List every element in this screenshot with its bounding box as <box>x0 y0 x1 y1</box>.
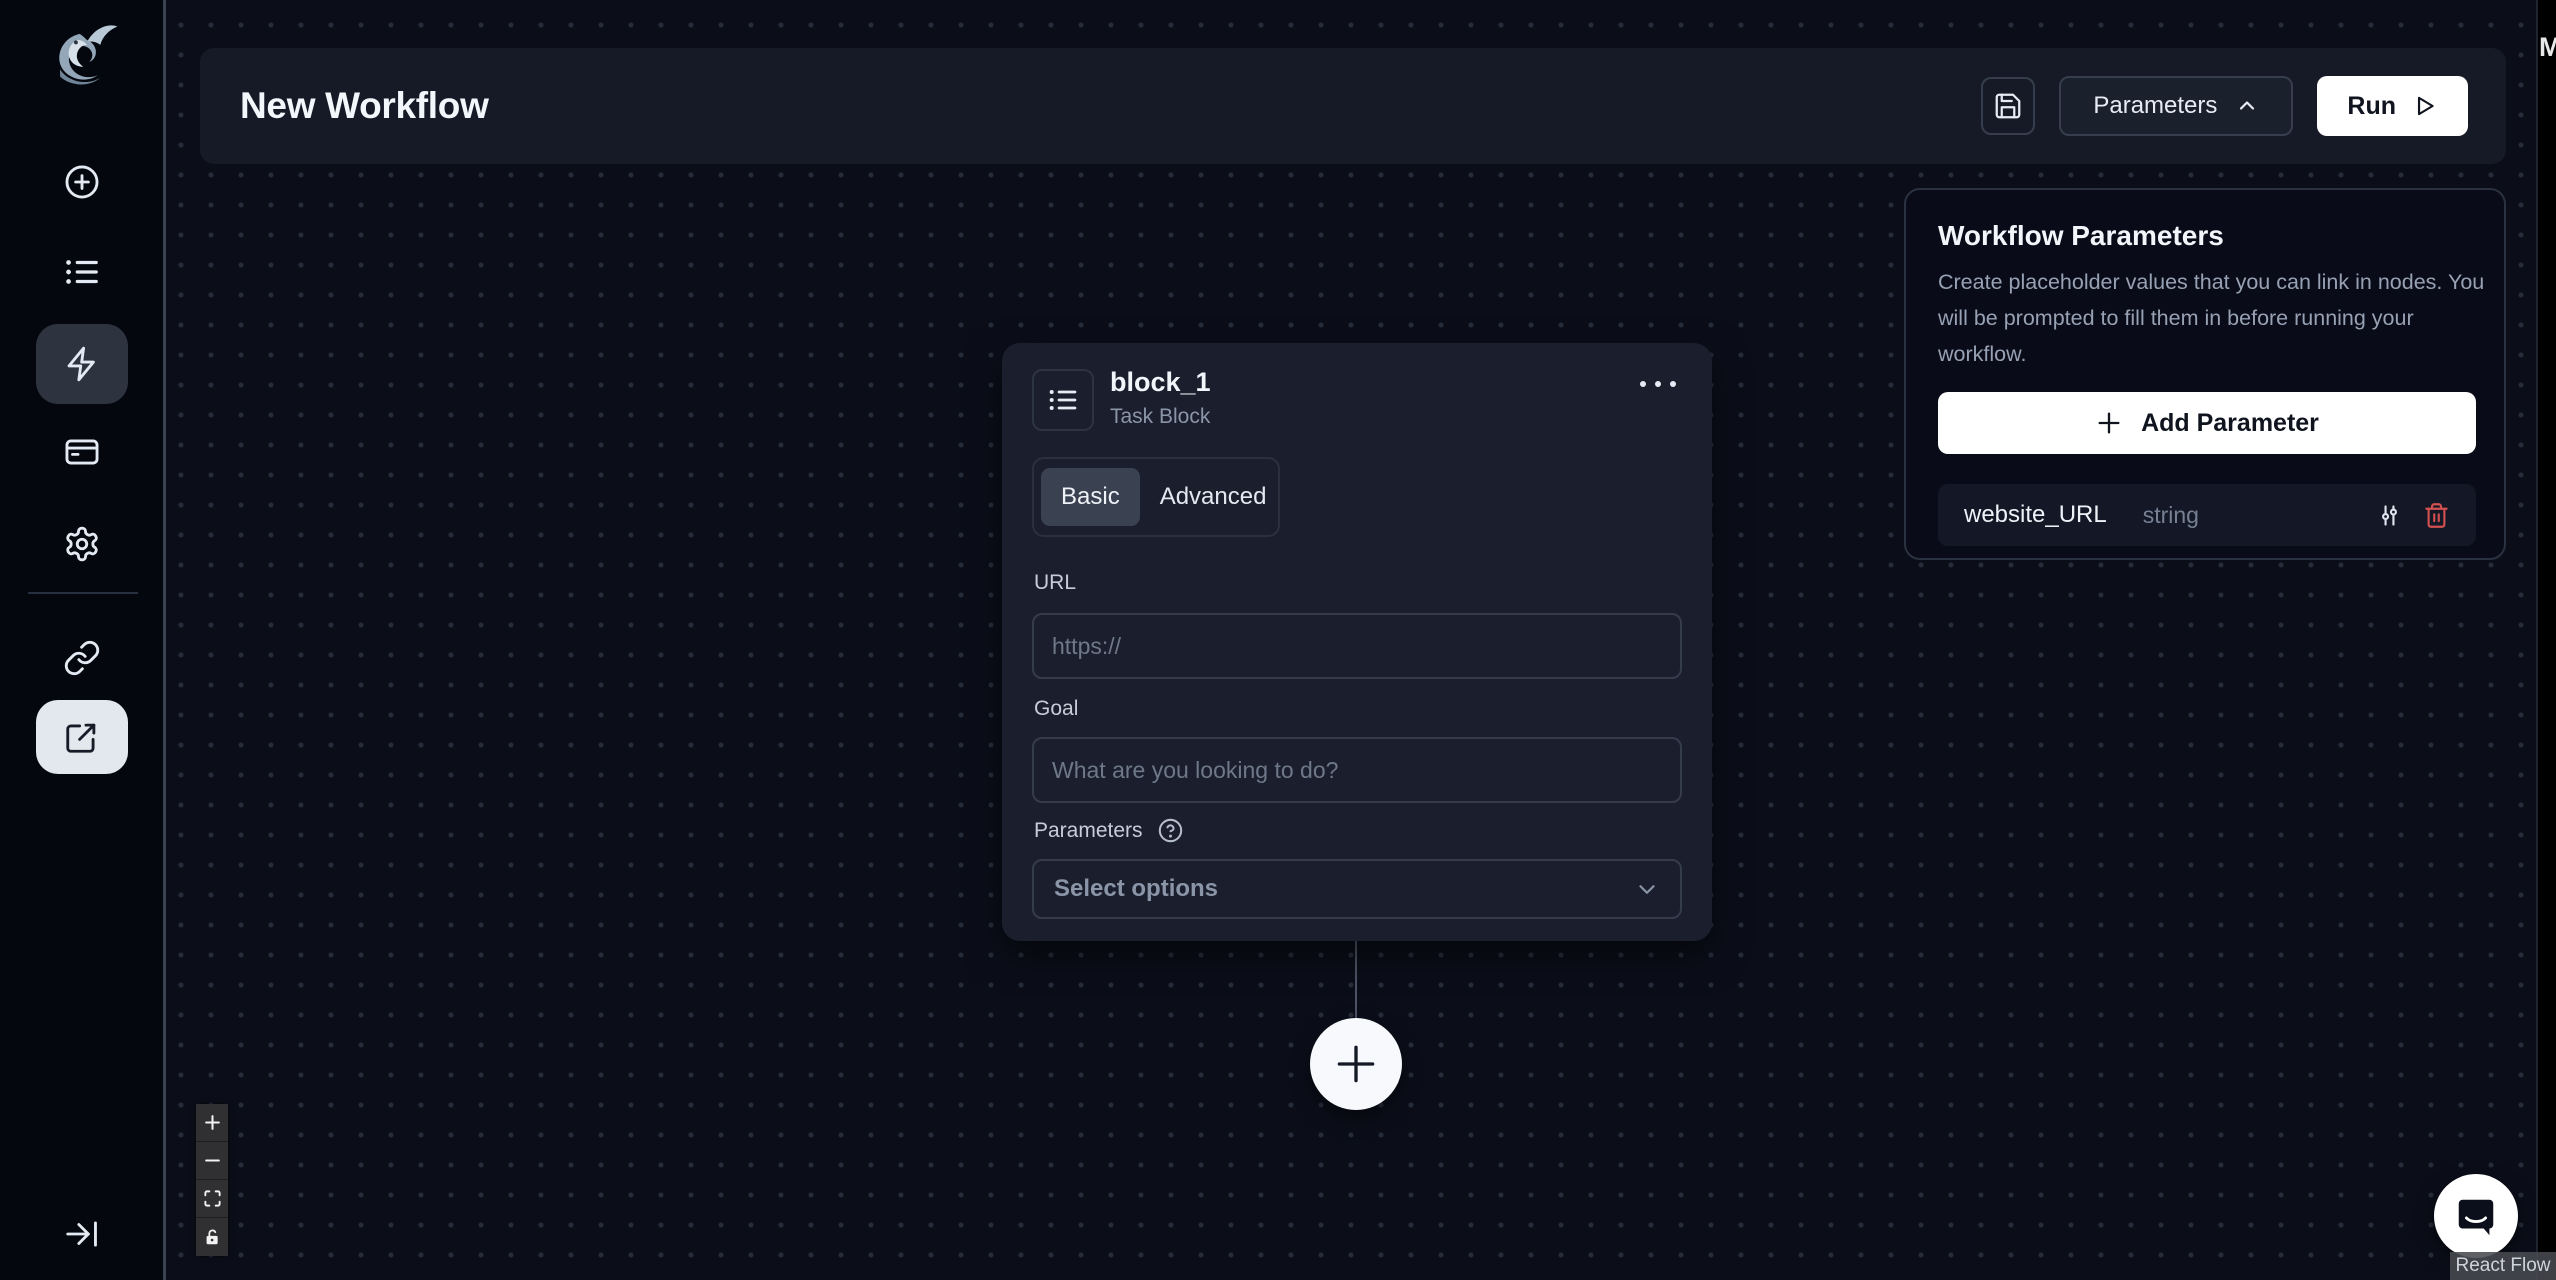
zoom-out-icon <box>203 1151 222 1170</box>
workflow-header: New Workflow Parameters Run <box>200 48 2506 164</box>
panel-description: Create placeholder values that you can l… <box>1938 270 2485 366</box>
react-flow-attribution[interactable]: React Flow <box>2450 1252 2556 1280</box>
workflow-parameters-panel: Workflow Parameters Create placeholder v… <box>1904 188 2506 560</box>
zoom-out-button[interactable] <box>196 1142 228 1180</box>
page-title: New Workflow <box>240 85 489 126</box>
run-button[interactable]: Run <box>2317 76 2468 136</box>
goal-input[interactable] <box>1032 737 1682 803</box>
arrow-right-to-line-icon <box>63 1215 101 1253</box>
skyvern-dragon-logo <box>43 18 121 96</box>
chat-launcher-button[interactable] <box>2434 1174 2518 1258</box>
task-block-type-icon-box <box>1032 369 1094 431</box>
list-icon <box>1047 384 1079 416</box>
list-icon <box>63 253 101 291</box>
zoom-in-button[interactable] <box>196 1104 228 1142</box>
zap-icon <box>63 345 101 383</box>
gear-icon <box>63 525 101 563</box>
goal-label: Goal <box>1034 697 1079 720</box>
trash-icon <box>2423 502 2450 529</box>
sliders-icon <box>2376 502 2403 529</box>
tab-basic[interactable]: Basic <box>1041 468 1140 526</box>
save-icon <box>1993 91 2023 121</box>
add-parameter-button[interactable]: Add Parameter <box>1938 392 2476 454</box>
help-circle-icon[interactable] <box>1157 817 1184 844</box>
save-button[interactable] <box>1981 77 2036 135</box>
plus-circle-icon <box>63 163 101 201</box>
sidebar-item-share[interactable] <box>35 700 128 774</box>
task-block-node[interactable]: block_1 Task Block Basic Advanced URL Go… <box>1002 343 1712 941</box>
credit-card-icon <box>63 433 101 471</box>
fit-view-button[interactable] <box>196 1180 228 1218</box>
add-block-button[interactable] <box>1310 1018 1402 1110</box>
node-tabs: Basic Advanced <box>1032 457 1280 537</box>
sidebar-item-billing[interactable] <box>36 414 128 490</box>
sidebar-divider <box>28 592 138 594</box>
header-actions: Parameters Run <box>1981 76 2468 136</box>
zoom-in-icon <box>203 1113 222 1132</box>
parameter-row: website_URL string <box>1938 484 2476 546</box>
parameters-toggle-button[interactable]: Parameters <box>2059 76 2294 136</box>
sidebar-item-workflows[interactable] <box>35 324 128 404</box>
chevron-down-icon <box>1634 876 1660 902</box>
sidebar <box>0 0 166 1280</box>
parameters-button-label: Parameters <box>2093 92 2218 119</box>
node-title: block_1 <box>1110 367 1211 397</box>
sidebar-item-settings[interactable] <box>36 506 128 582</box>
sidebar-item-tasks[interactable] <box>36 234 128 310</box>
lock-toggle-button[interactable] <box>196 1218 228 1256</box>
screen-edge-overflow-text: M <box>2539 32 2556 62</box>
workflow-editor: block_1 Task Block Basic Advanced URL Go… <box>0 0 2556 1280</box>
play-icon <box>2412 93 2438 119</box>
canvas-controls <box>196 1104 228 1256</box>
parameter-name: website_URL <box>1964 501 2107 528</box>
sidebar-expand-button[interactable] <box>36 1196 128 1272</box>
node-subtitle: Task Block <box>1110 405 1211 428</box>
parameter-type: string <box>2142 501 2199 528</box>
sidebar-item-create[interactable] <box>36 144 128 220</box>
url-input[interactable] <box>1032 613 1682 679</box>
url-label: URL <box>1034 571 1077 594</box>
edit-parameter-button[interactable] <box>2376 502 2403 529</box>
sidebar-item-integrations[interactable] <box>36 620 128 696</box>
parameters-label: Parameters <box>1034 818 1143 842</box>
external-link-icon <box>63 718 101 756</box>
tab-advanced[interactable]: Advanced <box>1142 468 1285 526</box>
plus-icon <box>1331 1039 1381 1089</box>
link-icon <box>63 639 101 677</box>
panel-title: Workflow Parameters <box>1938 220 2224 251</box>
parameters-select[interactable]: Select options <box>1032 859 1682 919</box>
node-connection-edge <box>1355 941 1357 1019</box>
plus-icon <box>2095 409 2123 437</box>
node-menu-button[interactable] <box>1634 375 1682 393</box>
fit-view-icon <box>203 1189 222 1208</box>
ellipsis-icon <box>1640 381 1646 387</box>
run-button-label: Run <box>2347 91 2396 120</box>
delete-parameter-button[interactable] <box>2423 502 2450 529</box>
parameter-row-actions <box>2376 502 2450 529</box>
parameters-label-row: Parameters <box>1034 817 1184 844</box>
chat-bubble-icon <box>2453 1193 2499 1239</box>
parameters-select-value: Select options <box>1054 875 1219 902</box>
add-parameter-label: Add Parameter <box>2141 408 2319 437</box>
chevron-up-icon <box>2235 94 2259 118</box>
unlock-icon <box>203 1228 222 1247</box>
